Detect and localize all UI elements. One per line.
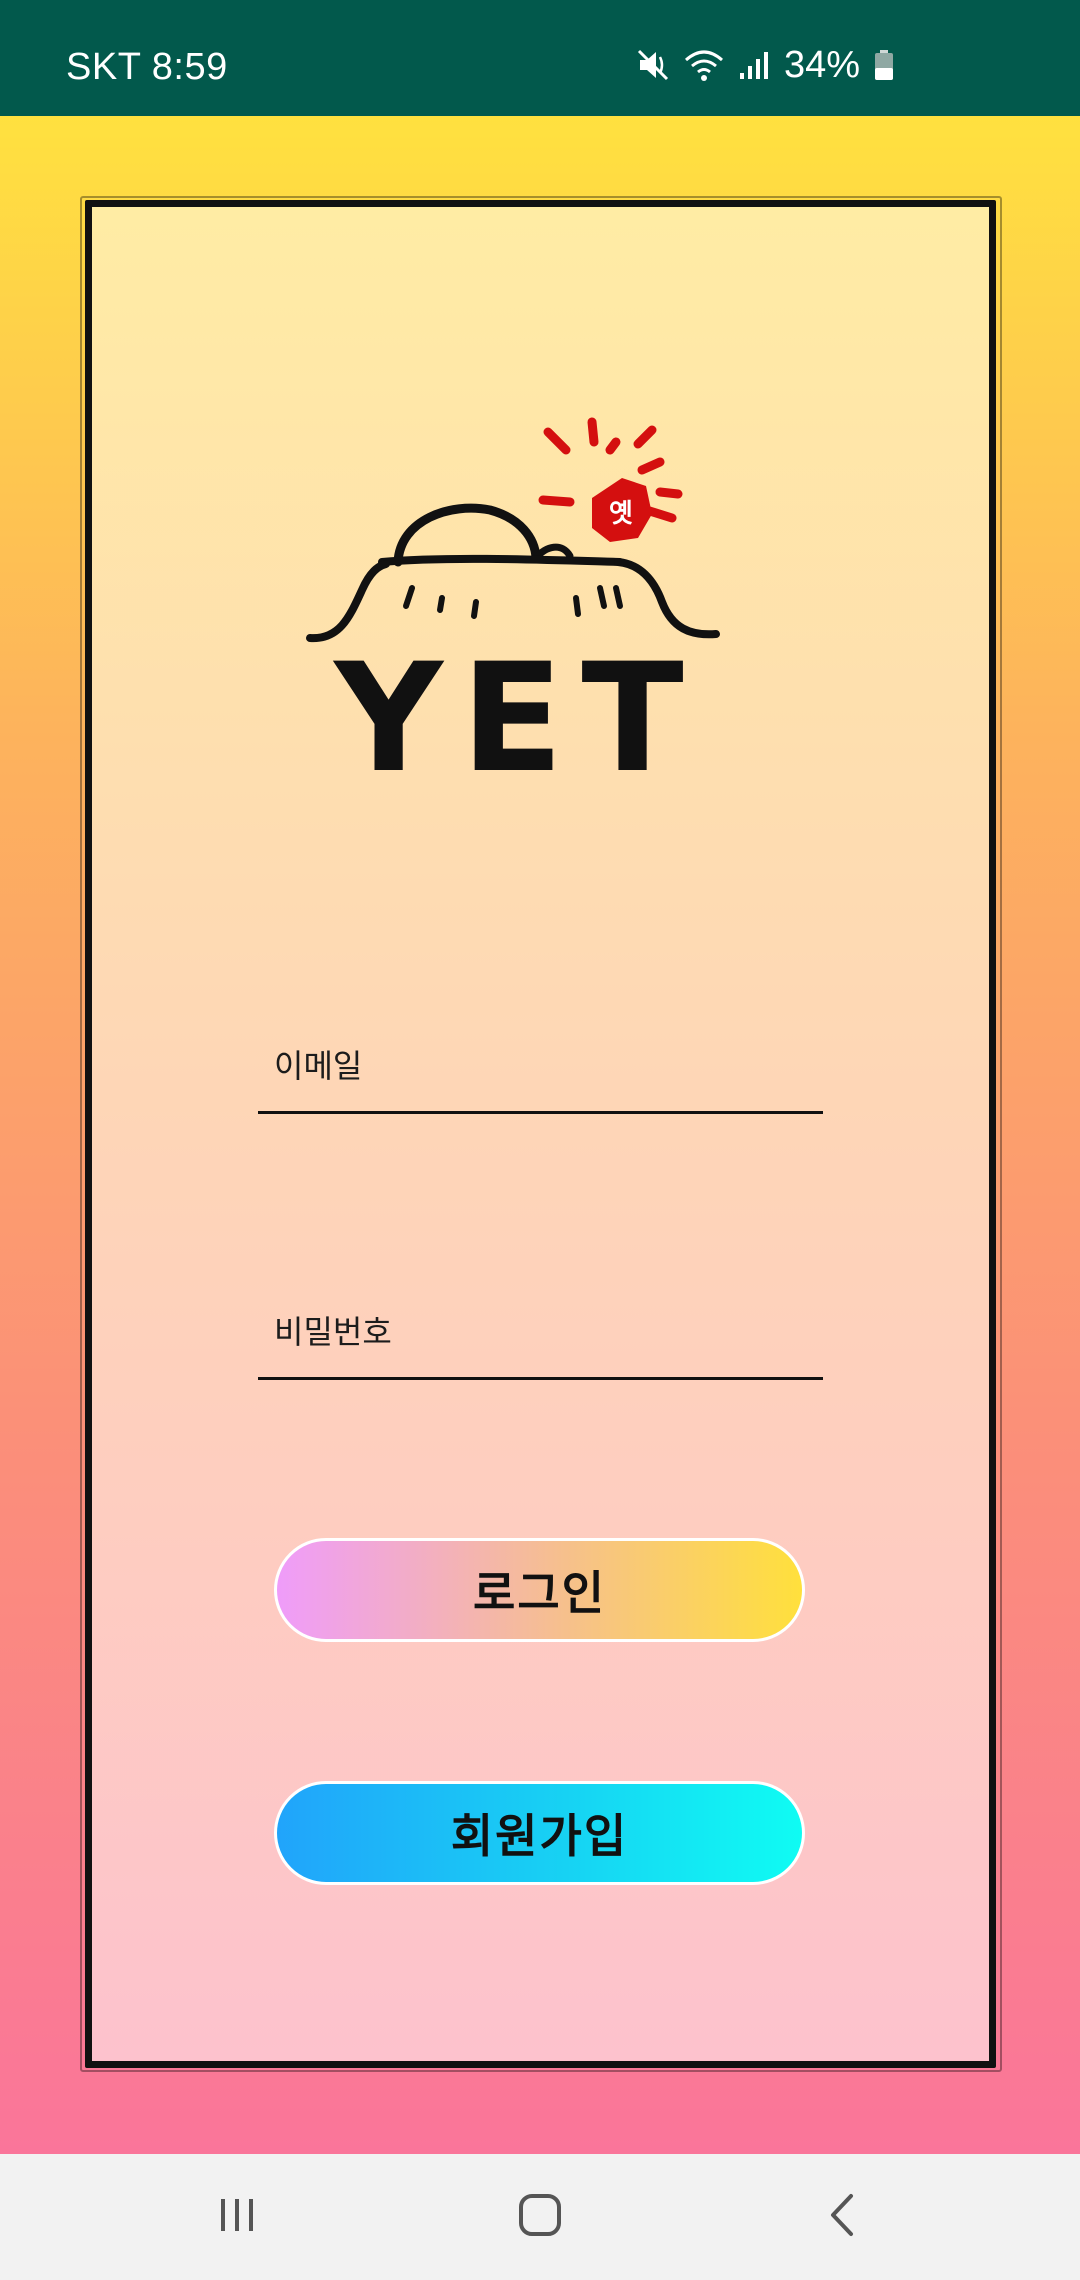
battery-percent: 34% [783,43,860,86]
login-button-label: 로그인 [473,1566,606,1620]
recent-apps-button[interactable] [202,2186,272,2248]
logo-stamp-text: 옛 [609,499,633,529]
email-field[interactable] [258,1004,823,1114]
navigation-bar [0,2154,1080,2280]
password-input[interactable] [274,1307,804,1357]
carrier-time: SKT 8:59 [66,46,228,88]
signup-button-label: 회원가입 [450,1809,629,1863]
back-button[interactable] [808,2186,878,2248]
mute-icon [636,48,670,82]
login-button[interactable]: 로그인 [274,1538,805,1642]
back-icon [823,2192,863,2242]
logo-brand-text: YET [332,632,701,800]
email-input[interactable] [274,1041,804,1091]
home-icon [517,2192,563,2242]
yet-logo: 옛 YET [300,410,790,806]
status-bar: SKT 8:59 34% [0,0,1080,116]
password-field[interactable] [258,1270,823,1380]
signal-icon [738,49,770,81]
home-button[interactable] [505,2186,575,2248]
wifi-icon [684,48,724,82]
signup-button[interactable]: 회원가입 [274,1781,805,1885]
battery-icon [874,49,894,81]
recent-apps-icon [215,2193,259,2241]
status-icons: 34% [636,40,894,90]
